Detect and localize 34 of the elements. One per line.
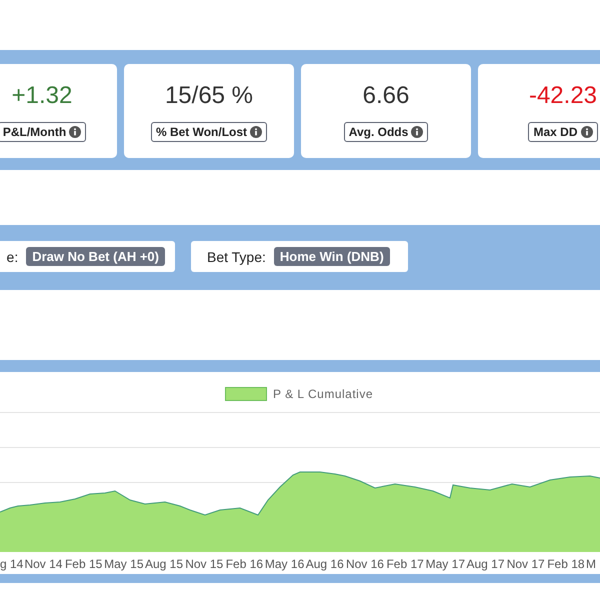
info-icon[interactable] [250, 126, 262, 138]
axis-label: Feb 16 [224, 557, 264, 571]
axis-label: Nov 15 [184, 557, 224, 571]
axis-label: M [586, 557, 597, 571]
axis-label: Aug 15 [144, 557, 184, 571]
filter-label: Bet Type: [207, 248, 266, 264]
info-icon[interactable] [411, 126, 424, 138]
axis-label: Aug 17 [465, 557, 506, 571]
stat-value: 15/65 % [164, 82, 254, 110]
info-icon[interactable] [580, 126, 592, 138]
axis-label: May 17 [425, 557, 466, 571]
axis-label: Nov 17 [506, 557, 546, 571]
stat-label-text: Max DD [533, 125, 578, 139]
stat-value: +1.32 [12, 82, 72, 110]
stat-value: -42.23 [528, 82, 598, 110]
axis-label: g 14 [0, 557, 24, 571]
stat-label-text: % Bet Won/Lost [156, 125, 248, 139]
filter-tag: Home Win (DNB) [274, 247, 390, 266]
axis-label: Feb 17 [385, 557, 425, 571]
legend-label: P & L Cumulative [272, 387, 374, 401]
axis-label: Nov 14 [23, 557, 64, 571]
info-icon[interactable] [69, 126, 82, 138]
axis-label: Feb 15 [64, 557, 104, 571]
axis-label: Nov 16 [344, 557, 385, 571]
filter-label: e: [6, 248, 18, 264]
axis-label: Aug 16 [304, 557, 345, 571]
axis-label: May 16 [264, 557, 305, 571]
stat-label-text: Avg. Odds [348, 125, 408, 139]
axis-label: Feb 18 [546, 557, 586, 571]
stat-value: 6.66 [362, 82, 410, 110]
legend-swatch [224, 387, 267, 401]
filter-tag: Draw No Bet (AH +0) [26, 247, 165, 266]
stat-label-text: P&L/Month [2, 125, 66, 139]
axis-label: May 15 [104, 557, 144, 571]
